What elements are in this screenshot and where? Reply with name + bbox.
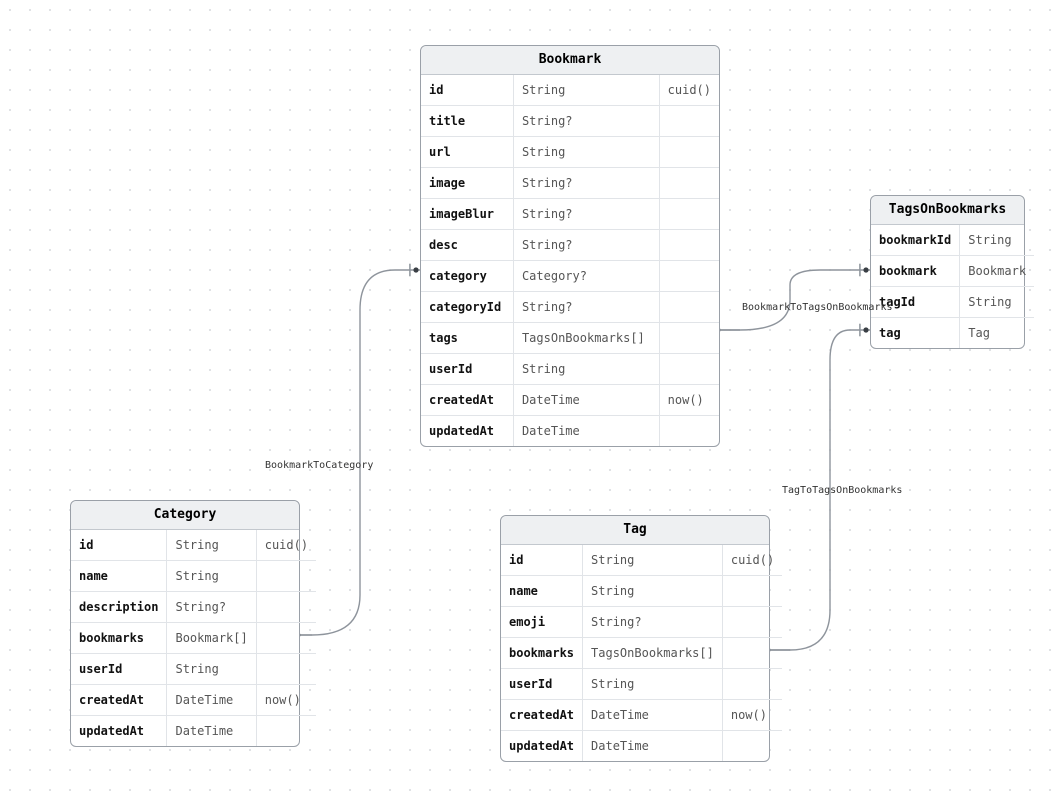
field-row: idStringcuid() [501,545,782,576]
field-row: tagsTagsOnBookmarks[] [421,323,719,354]
entity-title: Tag [501,516,769,545]
field-row: bookmarkBookmark [871,256,1034,287]
field-row: updatedAtDateTime [71,716,316,747]
field-row: bookmarksBookmark[] [71,623,316,654]
entity-fields: idStringcuid() nameString emojiString? b… [501,545,782,761]
field-row: idStringcuid() [71,530,316,561]
relation-label-bookmark-to-tagsonbookmarks: BookmarkToTagsOnBookmarks [742,302,893,313]
field-row: createdAtDateTimenow() [501,700,782,731]
entity-fields: bookmarkIdString bookmarkBookmark tagIdS… [871,225,1034,348]
field-row: emojiString? [501,607,782,638]
entity-title: TagsOnBookmarks [871,196,1024,225]
field-row: urlString [421,137,719,168]
field-row: descriptionString? [71,592,316,623]
field-row: userIdString [421,354,719,385]
field-row: imageString? [421,168,719,199]
field-row: bookmarkIdString [871,225,1034,256]
entity-title: Category [71,501,299,530]
entity-fields: idStringcuid() titleString? urlString im… [421,75,719,446]
field-row: bookmarksTagsOnBookmarks[] [501,638,782,669]
field-row: userIdString [501,669,782,700]
field-row: createdAtDateTimenow() [71,685,316,716]
field-row: imageBlurString? [421,199,719,230]
field-row: userIdString [71,654,316,685]
field-row: descString? [421,230,719,261]
entity-bookmark[interactable]: Bookmark idStringcuid() titleString? url… [420,45,720,447]
field-row: updatedAtDateTime [421,416,719,447]
relation-label-tag-to-tagsonbookmarks: TagToTagsOnBookmarks [782,485,902,496]
field-row: tagTag [871,318,1034,349]
field-row: idStringcuid() [421,75,719,106]
field-row: categoryCategory? [421,261,719,292]
relation-label-bookmark-to-category: BookmarkToCategory [265,460,373,471]
field-row: categoryIdString? [421,292,719,323]
field-row: titleString? [421,106,719,137]
field-row: nameString [71,561,316,592]
entity-category[interactable]: Category idStringcuid() nameString descr… [70,500,300,747]
field-row: tagIdString [871,287,1034,318]
entity-tag[interactable]: Tag idStringcuid() nameString emojiStrin… [500,515,770,762]
field-row: updatedAtDateTime [501,731,782,762]
entity-title: Bookmark [421,46,719,75]
entity-tags-on-bookmarks[interactable]: TagsOnBookmarks bookmarkIdString bookmar… [870,195,1025,349]
entity-fields: idStringcuid() nameString descriptionStr… [71,530,316,746]
field-row: createdAtDateTimenow() [421,385,719,416]
field-row: nameString [501,576,782,607]
